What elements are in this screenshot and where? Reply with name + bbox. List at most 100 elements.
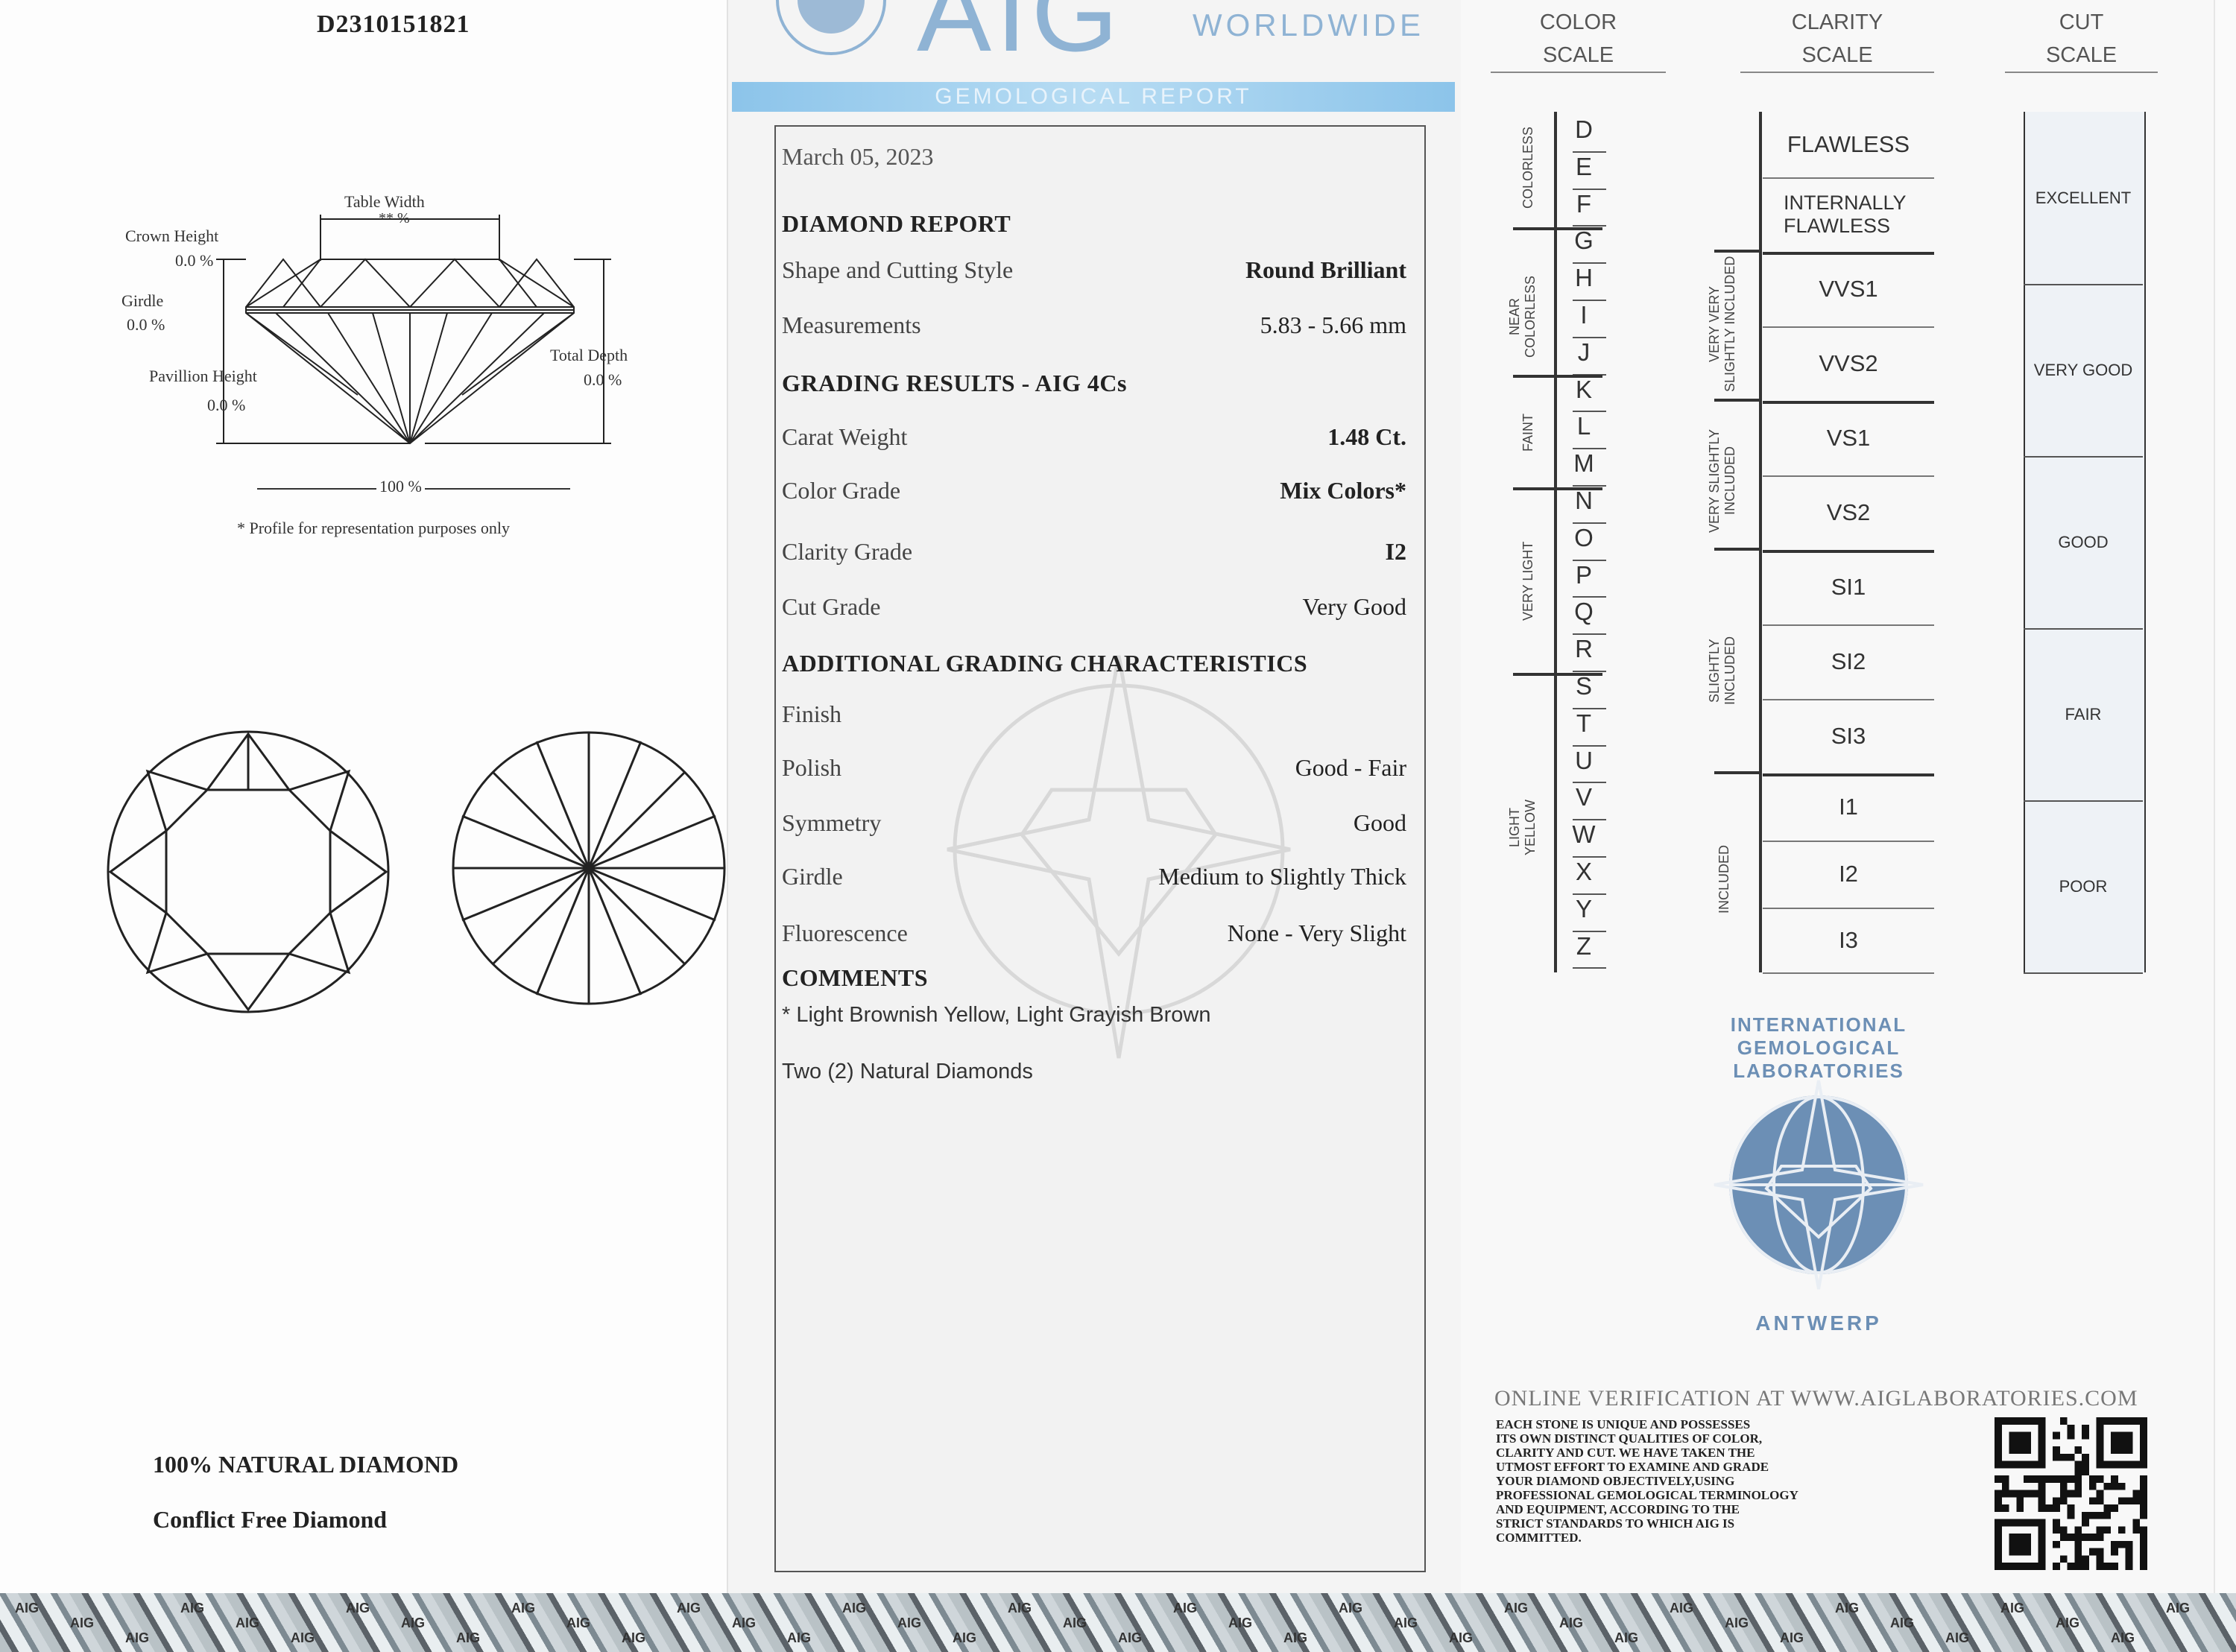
carat-value: 1.48 Ct.	[1327, 423, 1406, 450]
hologram-aig-mark: AIG	[1118, 1630, 1143, 1645]
color-divider-2	[1513, 375, 1602, 378]
right-edge	[2214, 0, 2236, 1652]
hologram-aig-mark: AIG	[125, 1630, 150, 1645]
color-value: Mix Colors*	[1280, 477, 1406, 504]
cut-scale-title-2: SCALE	[2045, 43, 2117, 67]
color-divider-1	[1513, 227, 1602, 230]
girdle-value: Medium to Slightly Thick	[1158, 863, 1406, 890]
color-grade-t: T	[1576, 709, 1592, 737]
brand-logo: AIG	[917, 0, 1123, 75]
hologram-aig-mark: AIG	[1228, 1615, 1253, 1630]
crown-height-value: 0.0 %	[175, 251, 214, 270]
hologram-aig-mark: AIG	[1670, 1601, 1694, 1615]
hologram-aig-mark: AIG	[1504, 1601, 1529, 1615]
hologram-aig-mark: AIG	[897, 1615, 922, 1630]
left-panel: D2310151821 Table Width ** % Crown Heigh…	[0, 0, 727, 1652]
color-grade-m: M	[1573, 449, 1594, 478]
si-label-1: SLIGHTLY	[1707, 639, 1722, 703]
clarity-grade-text: SI3	[1831, 723, 1866, 749]
clarity-value: I2	[1385, 538, 1406, 565]
hologram-aig-mark: AIG	[236, 1615, 260, 1630]
color-scale-title-2: SCALE	[1542, 43, 1614, 67]
faint-group-label: FAINT	[1520, 413, 1535, 452]
profile-note: * Profile for representation purposes on…	[237, 519, 510, 537]
clarity-grade-text: FLAWLESS	[1787, 131, 1910, 157]
symmetry-row: Symmetry Good	[776, 809, 1424, 846]
finish-label: Finish	[782, 700, 842, 727]
clarity-grade-text: VVS1	[1819, 276, 1878, 302]
hologram-aig-mark: AIG	[732, 1615, 757, 1630]
disclaimer-line: CLARITY AND CUT. WE HAVE TAKEN THE	[1496, 1446, 1755, 1460]
hologram-aig-mark: AIG	[1780, 1630, 1804, 1645]
measurements-row: Measurements 5.83 - 5.66 mm	[776, 311, 1424, 349]
cut-grade-poor: POOR	[2024, 800, 2143, 974]
hologram-aig-mark: AIG	[566, 1615, 591, 1630]
clarity-grade-si2: SI2	[1763, 624, 1934, 700]
disclaimer-line: ITS OWN DISTINCT QUALITIES OF COLOR,	[1496, 1431, 1763, 1446]
disclaimer-line: STRICT STANDARDS TO WHICH AIG IS	[1496, 1516, 1735, 1531]
comment-2: Two (2) Natural Diamonds	[782, 1060, 1033, 1083]
symmetry-value: Good	[1353, 809, 1406, 836]
diamond-report-title: DIAMOND REPORT	[782, 210, 1011, 237]
hologram-aig-mark: AIG	[2166, 1601, 2191, 1615]
vsi-group-label: VERY SLIGHTLY INCLUDED	[1707, 425, 1738, 537]
seal-text-top: INTERNATIONAL GEMOLOGICAL LABORATORIES	[1730, 1013, 1907, 1082]
color-grade-tick	[1573, 967, 1606, 969]
color-grade-p: P	[1575, 560, 1592, 589]
si-label-2: INCLUDED	[1722, 636, 1737, 706]
comment-1: * Light Brownish Yellow, Light Grayish B…	[782, 1003, 1211, 1027]
hologram-aig-mark: AIG	[2056, 1615, 2080, 1630]
color-grade-z: Z	[1576, 931, 1592, 960]
vsi-label-2: INCLUDED	[1722, 446, 1737, 516]
clarity-grade-text: I2	[1839, 861, 1858, 887]
clarity-grade-text: VS1	[1826, 425, 1871, 451]
cut-grade-fair: FAIR	[2024, 628, 2143, 802]
clarity-scale-title-1: CLARITY	[1791, 10, 1883, 34]
brand-seal-icon	[776, 0, 886, 55]
vvsi-label-1: VERY VERY	[1707, 285, 1722, 363]
girdle-label: Girdle	[121, 291, 164, 310]
light-yellow-group-label: LIGHT YELLOW	[1507, 797, 1538, 857]
hologram-aig-mark: AIG	[1449, 1630, 1474, 1645]
shape-value: Round Brilliant	[1245, 256, 1406, 283]
qr-code[interactable]	[1995, 1417, 2147, 1570]
width-value: 100 %	[376, 477, 425, 496]
clarity-grade-fl: FLAWLESS	[1763, 112, 1934, 179]
table-width-label: Table Width	[344, 192, 425, 211]
clarity-grade-i1: I1	[1763, 773, 1934, 842]
clarity-grade-si1: SI1	[1763, 550, 1934, 626]
hologram-aig-mark: AIG	[180, 1601, 205, 1615]
disclaimer-line: COMMITTED.	[1496, 1531, 1582, 1545]
clarity-scale-title-2: SCALE	[1801, 43, 1873, 67]
clarity-grade-text: FLAWLESS	[1784, 215, 1891, 237]
hologram-aig-mark: AIG	[1890, 1615, 1915, 1630]
color-grade-h: H	[1575, 264, 1593, 292]
cut-value: Very Good	[1302, 593, 1406, 620]
color-grade-l: L	[1576, 412, 1591, 440]
disclaimer-line: YOUR DIAMOND OBJECTIVELY,USING	[1496, 1474, 1735, 1488]
color-grade-j: J	[1577, 338, 1591, 366]
color-grade-e: E	[1575, 152, 1592, 180]
vvsi-label-2: SLIGHTLY INCLUDED	[1722, 256, 1737, 393]
clarity-grade-text: I1	[1839, 794, 1858, 820]
total-depth-label: Total Depth	[550, 346, 628, 364]
clarity-group-divider	[1714, 548, 1762, 551]
clarity-grade-text: SI1	[1831, 574, 1866, 600]
polish-row: Polish Good - Fair	[776, 754, 1424, 791]
near-label: NEAR	[1507, 298, 1522, 336]
polish-label: Polish	[782, 754, 842, 781]
color-grade-q: Q	[1574, 598, 1594, 626]
hologram-aig-mark: AIG	[346, 1601, 370, 1615]
clarity-grade-i2: I2	[1763, 841, 1934, 909]
hologram-aig-mark: AIG	[787, 1630, 812, 1645]
polish-value: Good - Fair	[1295, 754, 1406, 781]
hologram-aig-mark: AIG	[1173, 1601, 1198, 1615]
color-grade-r: R	[1575, 635, 1593, 663]
disclaimer-line: UTMOST EFFORT TO EXAMINE AND GRADE	[1496, 1460, 1769, 1474]
color-grade-w: W	[1572, 820, 1596, 849]
online-verification-text: ONLINE VERIFICATION AT WWW.AIGLABORATORI…	[1494, 1386, 2138, 1411]
hologram-aig-mark: AIG	[70, 1615, 95, 1630]
color-grade-d: D	[1575, 115, 1593, 143]
clarity-group-divider	[1714, 399, 1762, 402]
very-light-group-label: VERY LIGHT	[1520, 541, 1535, 621]
